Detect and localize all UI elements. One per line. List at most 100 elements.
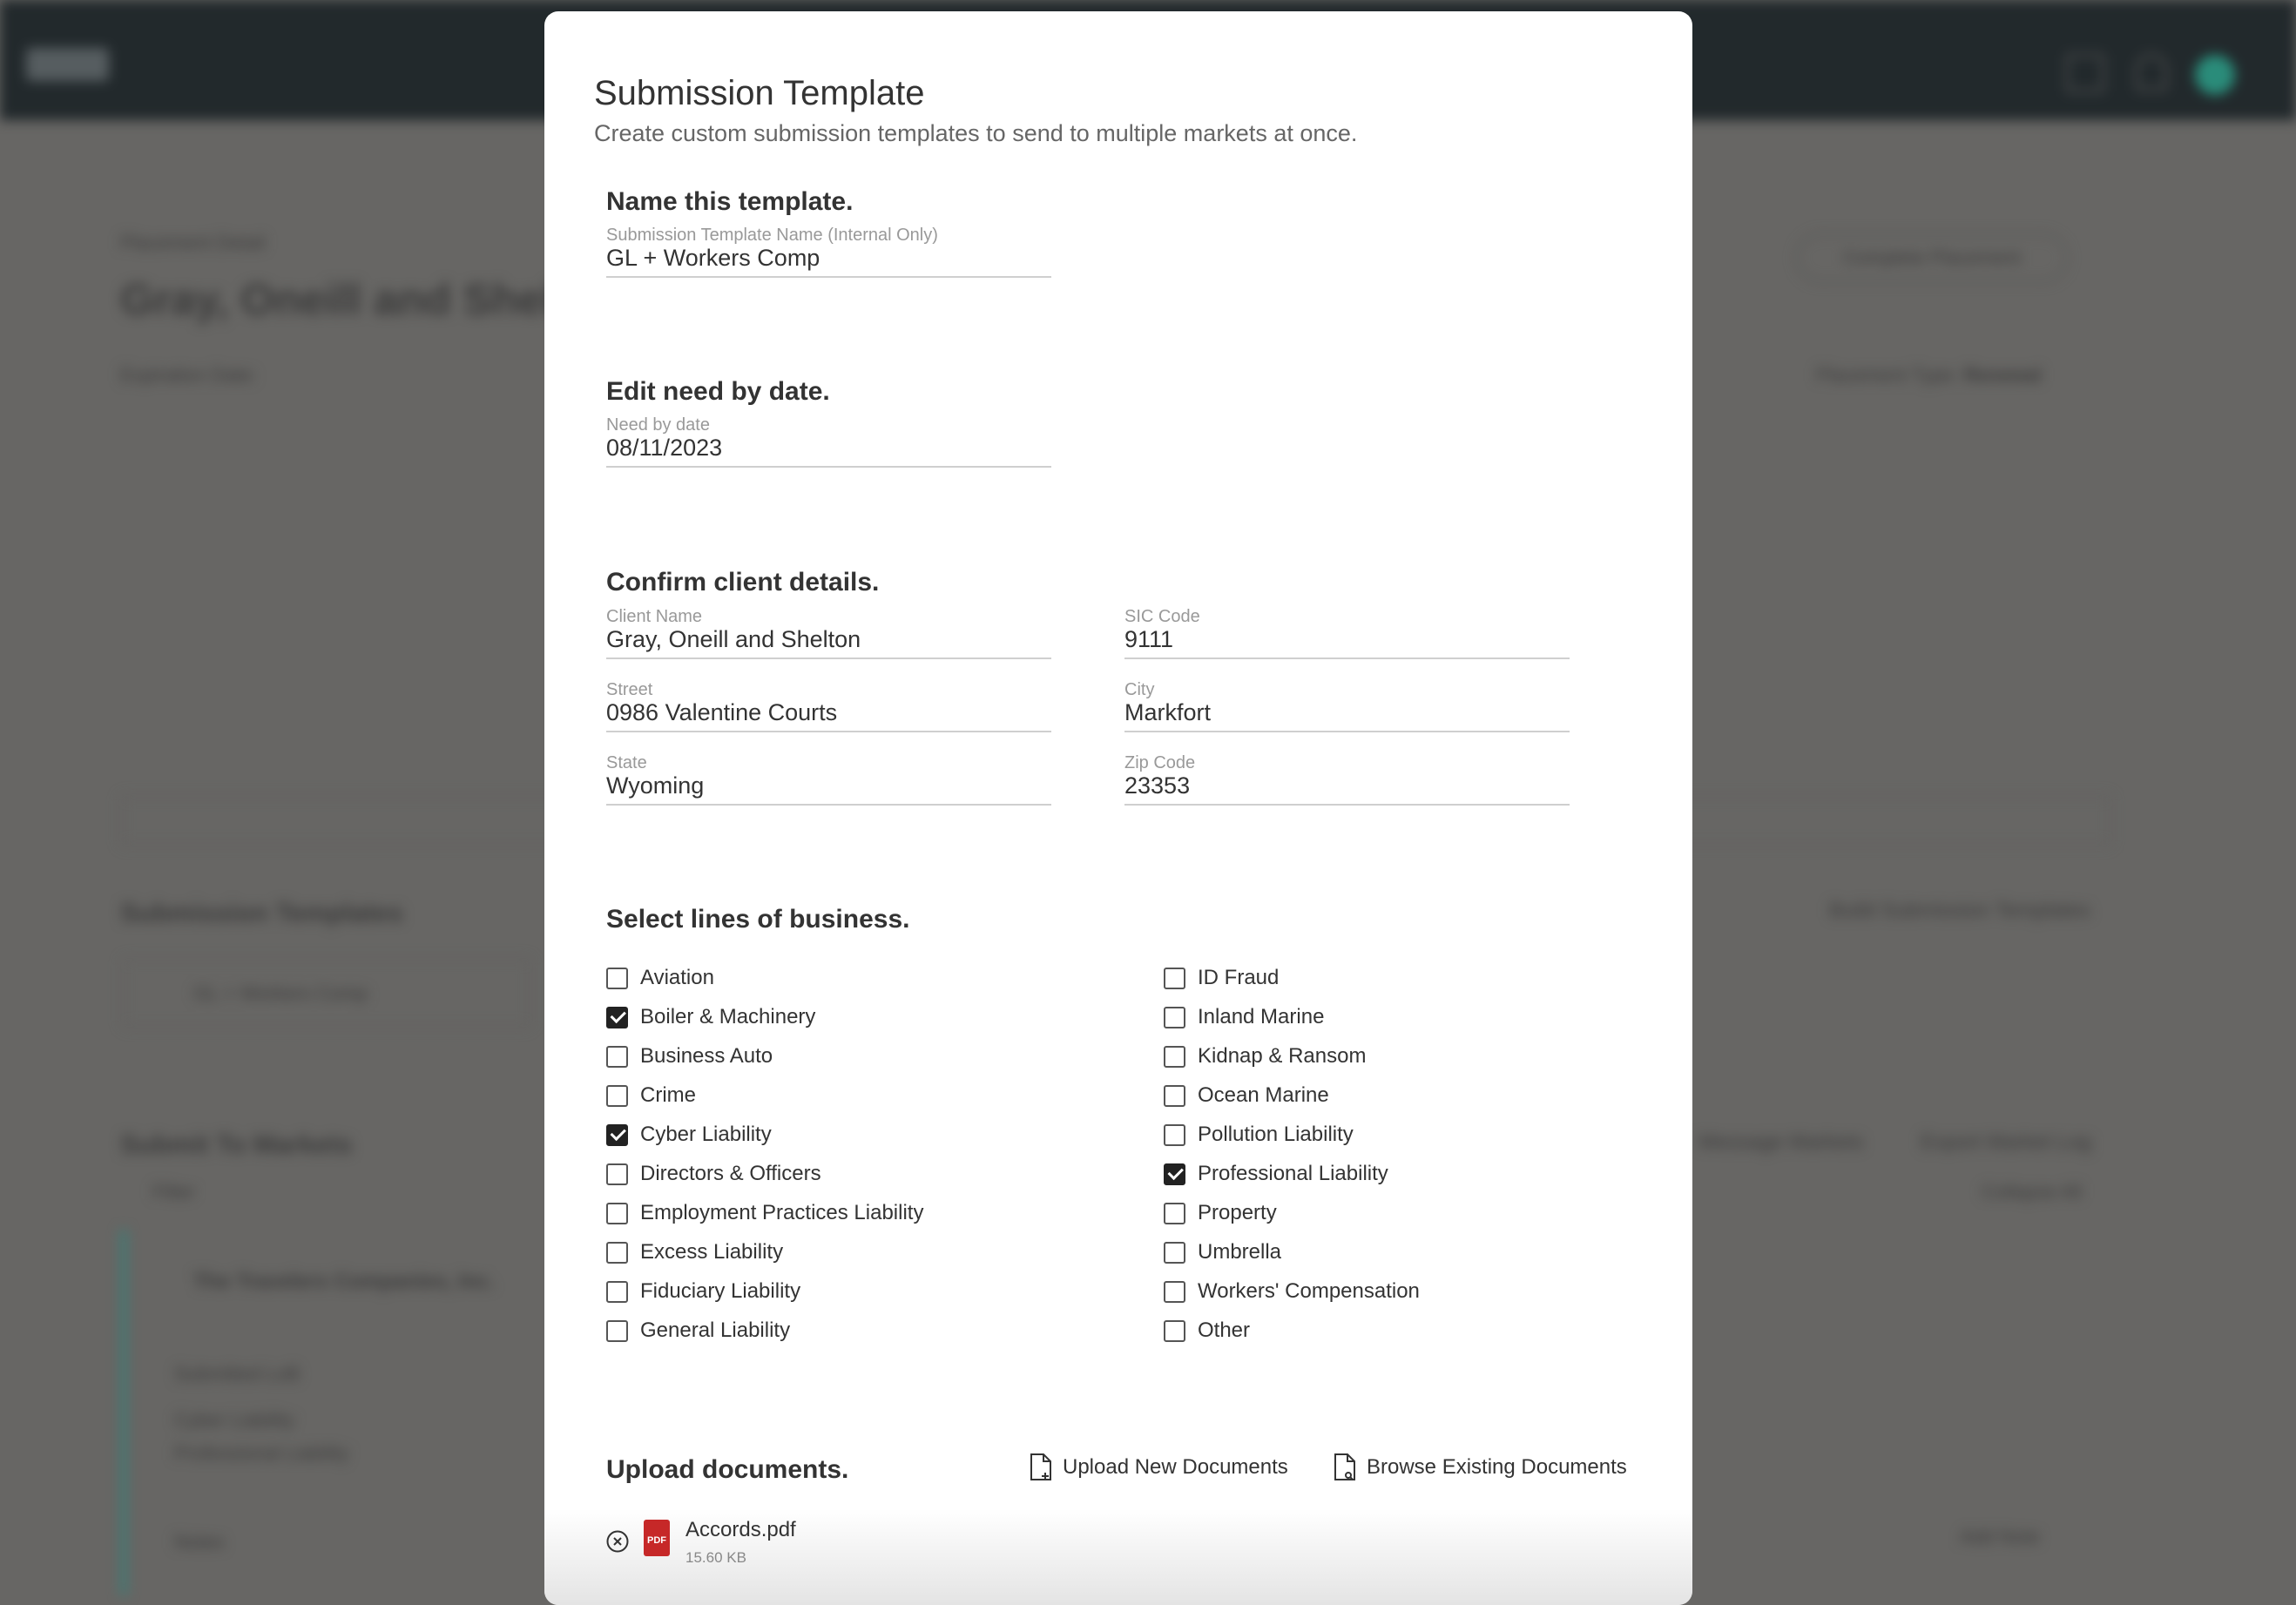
upload-section-heading: Upload documents. [606, 1455, 849, 1484]
lob-section-heading: Select lines of business. [606, 905, 910, 934]
checkbox-icon[interactable] [1164, 1202, 1185, 1224]
breadcrumb: Placement Detail [120, 232, 266, 253]
lob-item: Professional Liability [174, 1442, 349, 1464]
placement-type: Placement Type: Renewal [1816, 364, 2042, 386]
lob-label: Professional Liability [1198, 1162, 1388, 1185]
file-search-icon [1334, 1453, 1355, 1480]
checkbox-icon[interactable] [1164, 967, 1185, 989]
lob-label: Inland Marine [1198, 1005, 1325, 1028]
market-name[interactable]: The Travelers Companies, Inc. [193, 1270, 494, 1294]
submission-template-modal: Submission Template Create custom submis… [544, 11, 1692, 1605]
complete-placement-button[interactable]: Complete Placement [1796, 233, 2068, 282]
lob-label: Business Auto [640, 1044, 773, 1068]
lob-label: ID Fraud [1198, 966, 1280, 989]
checkbox-checked-icon[interactable] [606, 1006, 628, 1028]
lob-label: Ocean Marine [1198, 1083, 1329, 1107]
sic-code-field[interactable]: SIC Code 9111 [1124, 607, 1570, 659]
zip-code-field[interactable]: Zip Code 23353 [1124, 753, 1570, 806]
grid-icon[interactable] [2066, 54, 2104, 92]
lob-checkbox-other[interactable]: Other [1164, 1316, 1250, 1345]
bell-icon[interactable] [2136, 54, 2167, 91]
lob-label: Other [1198, 1318, 1251, 1342]
message-markets-button[interactable]: Message Markets [1698, 1130, 1863, 1155]
filter-button[interactable]: Filter [152, 1181, 195, 1204]
avatar[interactable] [2195, 55, 2235, 95]
checkbox-checked-icon[interactable] [1164, 1163, 1185, 1185]
lob-checkbox-business-auto[interactable]: Business Auto [606, 1042, 773, 1071]
modal-title: Submission Template [594, 74, 925, 112]
lob-label: Aviation [640, 966, 714, 989]
lob-label: Property [1198, 1201, 1277, 1224]
checkbox-icon[interactable] [606, 1319, 628, 1342]
checkbox-icon[interactable] [1164, 1241, 1185, 1264]
checkbox-icon[interactable] [1164, 1123, 1185, 1146]
logo [26, 48, 109, 81]
city-field[interactable]: City Markfort [1124, 680, 1570, 732]
submit-markets-heading: Submit To Markets [120, 1130, 353, 1159]
file-size: 15.60 KB [685, 1549, 746, 1566]
checkbox-icon[interactable] [606, 967, 628, 989]
file-plus-icon [1030, 1453, 1051, 1480]
pdf-icon: PDF [644, 1520, 670, 1556]
checkbox-checked-icon[interactable] [606, 1123, 628, 1146]
lob-label: Kidnap & Ransom [1198, 1044, 1367, 1068]
lob-checkbox-general-liability[interactable]: General Liability [606, 1316, 790, 1345]
lob-checkbox-workers-compensation[interactable]: Workers' Compensation [1164, 1277, 1420, 1306]
notes-label: Notes [174, 1531, 225, 1553]
lob-label: Boiler & Machinery [640, 1005, 816, 1028]
file-item: PDF Accords.pdf 15.60 KB [606, 1514, 1129, 1570]
checkbox-icon[interactable] [606, 1045, 628, 1068]
lob-checkbox-ocean-marine[interactable]: Ocean Marine [1164, 1081, 1329, 1110]
browse-existing-documents-button[interactable]: Browse Existing Documents [1334, 1453, 1627, 1481]
checkbox-icon[interactable] [606, 1202, 628, 1224]
checkbox-icon[interactable] [1164, 1319, 1185, 1342]
checkbox-icon[interactable] [1164, 1045, 1185, 1068]
remove-file-icon[interactable] [606, 1530, 629, 1553]
template-card[interactable]: GL + Workers Comp [122, 958, 531, 1028]
lob-label: Directors & Officers [640, 1162, 821, 1185]
checkbox-icon[interactable] [606, 1163, 628, 1185]
lob-checkbox-excess-liability[interactable]: Excess Liability [606, 1237, 783, 1267]
lob-checkbox-pollution-liability[interactable]: Pollution Liability [1164, 1120, 1354, 1150]
checkbox-icon[interactable] [606, 1280, 628, 1303]
lob-checkbox-boiler-machinery[interactable]: Boiler & Machinery [606, 1002, 815, 1032]
export-log-button[interactable]: Export Market Log [1921, 1130, 2091, 1155]
lob-item: Cyber Liability [174, 1409, 295, 1431]
client-section-heading: Confirm client details. [606, 568, 880, 597]
checkbox-icon[interactable] [606, 1241, 628, 1264]
lob-label: Excess Liability [640, 1240, 784, 1264]
lob-checkbox-cyber-liability[interactable]: Cyber Liability [606, 1120, 772, 1150]
state-field[interactable]: State Wyoming [606, 753, 1051, 806]
lob-label: Crime [640, 1083, 696, 1107]
upload-new-documents-button[interactable]: Upload New Documents [1030, 1453, 1288, 1481]
lob-checkbox-aviation[interactable]: Aviation [606, 963, 714, 993]
lob-checkbox-directors-officers[interactable]: Directors & Officers [606, 1159, 821, 1189]
lob-checkbox-fiduciary-liability[interactable]: Fiduciary Liability [606, 1277, 800, 1306]
need-by-date-field[interactable]: Need by date 08/11/2023 [606, 415, 1051, 468]
checkbox-icon[interactable] [1164, 1280, 1185, 1303]
lob-checkbox-property[interactable]: Property [1164, 1198, 1277, 1228]
build-templates-button[interactable]: Build Submission Templates [1829, 899, 2090, 923]
add-note-button[interactable]: Add Note [1960, 1526, 2040, 1548]
street-field[interactable]: Street 0986 Valentine Courts [606, 680, 1051, 732]
lob-label: Umbrella [1198, 1240, 1282, 1264]
lob-label: Fiduciary Liability [640, 1279, 801, 1303]
lob-checkbox-kidnap-ransom[interactable]: Kidnap & Ransom [1164, 1042, 1366, 1071]
lob-checkbox-professional-liability[interactable]: Professional Liability [1164, 1159, 1388, 1189]
file-name: Accords.pdf [685, 1518, 796, 1541]
lob-checkbox-inland-marine[interactable]: Inland Marine [1164, 1002, 1324, 1032]
lob-checkbox-crime[interactable]: Crime [606, 1081, 696, 1110]
collapse-all-button[interactable]: Collapse All [1982, 1181, 2082, 1204]
lob-checkbox-employment-practices-liability[interactable]: Employment Practices Liability [606, 1198, 923, 1228]
lob-checkbox-id-fraud[interactable]: ID Fraud [1164, 963, 1279, 993]
checkbox-icon[interactable] [1164, 1006, 1185, 1028]
checkbox-icon[interactable] [1164, 1084, 1185, 1107]
client-name-field[interactable]: Client Name Gray, Oneill and Shelton [606, 607, 1051, 659]
submission-templates-heading: Submission Templates [120, 899, 403, 927]
checkbox-icon[interactable] [606, 1084, 628, 1107]
lob-label: General Liability [640, 1318, 791, 1342]
template-name-field[interactable]: Submission Template Name (Internal Only)… [606, 226, 1051, 278]
lob-label: Cyber Liability [640, 1123, 772, 1146]
lob-checkbox-umbrella[interactable]: Umbrella [1164, 1237, 1281, 1267]
lob-label: Employment Practices Liability [640, 1201, 924, 1224]
